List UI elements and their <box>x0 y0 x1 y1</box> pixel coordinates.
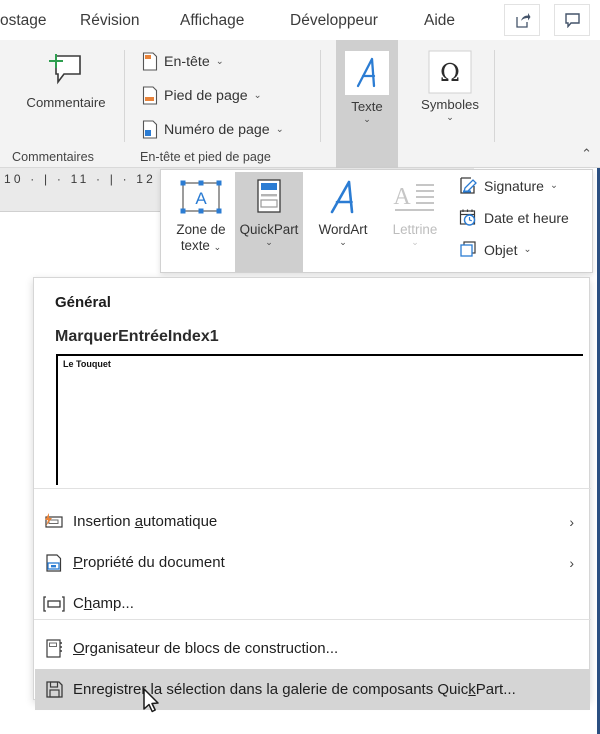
footer-button-label: Pied de page <box>164 87 248 104</box>
chevron-down-icon[interactable]: ⌄ <box>216 56 224 67</box>
tab-publipostage[interactable]: ostage <box>0 8 47 34</box>
gallery-entry-name: MarquerEntréeIndex1 <box>55 328 219 345</box>
wordart-button[interactable]: WordArt ⌄ <box>309 172 377 272</box>
quickpart-label: QuickPart <box>239 222 299 237</box>
menu-item-propriete-du-document[interactable]: Propriété du document › <box>35 542 590 583</box>
chevron-down-icon[interactable]: ⌄ <box>363 115 371 124</box>
dropcap-label: Lettrine <box>392 222 438 237</box>
menu-divider <box>34 488 591 489</box>
menu-item-label: Champ... <box>73 595 134 612</box>
chevron-down-icon[interactable]: ⌄ <box>276 124 284 135</box>
quickpart-button[interactable]: QuickPart ⌄ <box>235 172 303 272</box>
footer-button[interactable]: Pied de page ⌄ <box>142 86 262 105</box>
menu-item-label: Propriété du document <box>73 554 225 571</box>
field-icon <box>35 595 73 612</box>
tab-affichage[interactable]: Affichage <box>180 8 244 34</box>
page-number-button-label: Numéro de page <box>164 121 270 138</box>
object-button[interactable]: Objet ⌄ <box>459 240 531 259</box>
ribbon-separator <box>320 50 321 142</box>
texte-dropdown-panel: A Zone de texte ⌄ QuickPart ⌄ WordArt ⌄ … <box>160 169 593 273</box>
symboles-button[interactable]: Ω Symboles ⌄ <box>412 50 488 122</box>
wordart-label: WordArt <box>318 222 368 237</box>
object-label: Objet <box>484 241 518 258</box>
header-button[interactable]: En-tête ⌄ <box>142 52 224 71</box>
share-icon <box>515 12 530 28</box>
comment-bubble-icon <box>564 13 580 28</box>
building-blocks-organizer-icon <box>35 638 73 659</box>
page-number-button[interactable]: Numéro de page ⌄ <box>142 120 284 139</box>
quickpart-dropdown-menu: Général MarquerEntréeIndex1 Le Touquet I… <box>33 277 591 710</box>
chevron-down-icon: ⌄ <box>411 237 419 247</box>
svg-text:Ω: Ω <box>440 59 460 87</box>
tab-revision[interactable]: Révision <box>80 8 139 34</box>
menu-item-label: Organisateur de blocs de construction... <box>73 640 339 657</box>
menu-item-label: Insertion automatique <box>73 513 218 530</box>
header-button-label: En-tête <box>164 53 210 70</box>
omega-icon: Ω <box>428 50 472 94</box>
comment-button[interactable] <box>554 4 590 36</box>
calendar-clock-icon <box>459 209 476 226</box>
signature-icon <box>460 177 477 194</box>
collapse-ribbon-button[interactable]: ⌃ <box>581 146 592 162</box>
insert-comment-button[interactable]: Commentaire <box>16 50 116 110</box>
preview-text: Le Touquet <box>63 359 111 369</box>
ribbon: Commentaire En-tête ⌄ Pied de page ⌄ Num… <box>0 40 600 168</box>
new-comment-icon <box>49 54 81 85</box>
wordart-icon <box>330 180 354 214</box>
menu-item-organisateur-blocs[interactable]: Organisateur de blocs de construction... <box>35 628 590 669</box>
mouse-cursor <box>143 688 159 713</box>
quickpart-icon <box>257 179 281 213</box>
signature-label: Signature <box>484 177 544 194</box>
save-icon <box>35 680 73 699</box>
menu-item-enregistrer-selection[interactable]: Enregistrer la sélection dans la galerie… <box>35 669 590 710</box>
dropcap-icon: A <box>393 184 434 211</box>
text-box-label: Zone de texte ⌄ <box>176 222 226 253</box>
chevron-down-icon[interactable]: ⌄ <box>523 244 531 255</box>
date-time-button[interactable]: Date et heure <box>459 208 569 227</box>
document-property-icon <box>35 553 73 573</box>
signature-button[interactable]: Signature ⌄ <box>459 176 558 195</box>
word-window: 10 · | · 11 · | · 12 ostage Révision Aff… <box>0 0 600 734</box>
date-time-label: Date et heure <box>484 209 569 226</box>
ribbon-separator <box>124 50 125 142</box>
svg-text:A: A <box>393 184 411 210</box>
chevron-down-icon[interactable]: ⌄ <box>550 180 558 191</box>
submenu-arrow-icon: › <box>569 554 574 571</box>
tab-aide[interactable]: Aide <box>424 8 455 34</box>
text-box-button[interactable]: A Zone de texte ⌄ <box>167 172 235 272</box>
gallery-entry-preview[interactable]: Le Touquet <box>56 354 583 485</box>
ribbon-tab-strip: ostage Révision Affichage Développeur Ai… <box>0 0 600 40</box>
ribbon-separator <box>494 50 495 142</box>
menu-item-champ[interactable]: Champ... <box>35 583 590 624</box>
chevron-down-icon[interactable]: ⌄ <box>254 90 262 101</box>
insert-comment-label: Commentaire <box>26 95 106 110</box>
symboles-button-label: Symboles <box>421 97 479 112</box>
chevron-down-icon[interactable]: ⌄ <box>446 113 454 122</box>
texte-panel-right-column: Signature ⌄ Date et heure Objet ⌄ <box>459 174 591 270</box>
dropcap-button: A Lettrine ⌄ <box>381 172 449 272</box>
submenu-arrow-icon: › <box>569 513 574 530</box>
object-icon <box>460 241 476 257</box>
group-label-commentaires: Commentaires <box>12 150 94 164</box>
tab-developpeur[interactable]: Développeur <box>290 8 378 34</box>
page-number-icon <box>142 120 158 139</box>
ribbon-bottom-divider <box>0 167 600 168</box>
footer-page-icon <box>142 86 158 105</box>
autotext-icon <box>35 512 73 531</box>
share-button[interactable] <box>504 4 540 36</box>
chevron-down-icon[interactable]: ⌄ <box>265 238 273 247</box>
text-box-icon: A <box>180 180 222 214</box>
chevron-down-icon[interactable]: ⌄ <box>214 242 222 252</box>
svg-text:A: A <box>195 189 207 208</box>
texte-button-label: Texte <box>351 99 383 114</box>
header-page-icon <box>142 52 158 71</box>
gallery-category-title: Général <box>55 294 111 311</box>
group-label-header-footer: En-tête et pied de page <box>140 150 271 164</box>
texte-button[interactable]: Texte ⌄ <box>340 50 394 124</box>
menu-item-insertion-automatique[interactable]: Insertion automatique › <box>35 501 590 542</box>
wordart-a-icon <box>345 51 389 95</box>
chevron-down-icon[interactable]: ⌄ <box>339 238 347 247</box>
